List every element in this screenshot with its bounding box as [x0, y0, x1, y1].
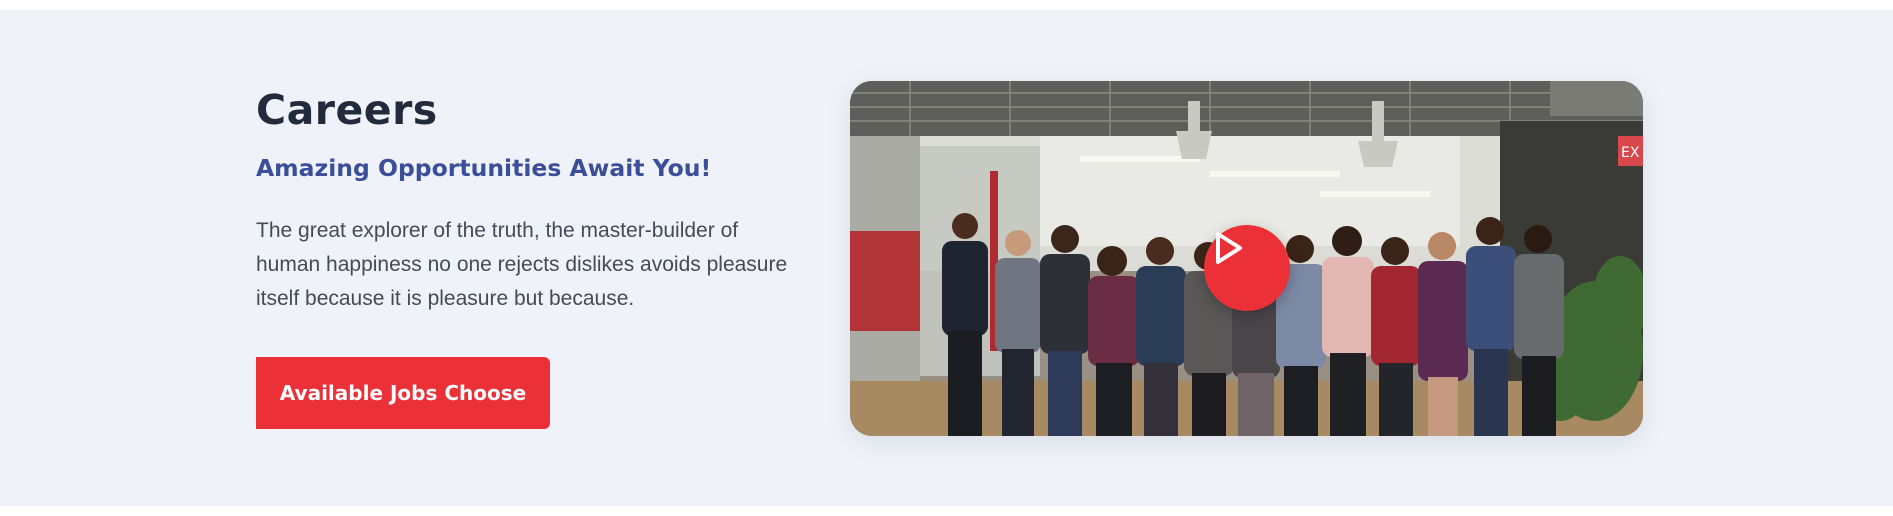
play-icon	[1216, 232, 1242, 264]
page-title: Careers	[256, 86, 438, 134]
careers-section: Careers Amazing Opportunities Await You!…	[0, 10, 1893, 506]
team-photo[interactable]: EX	[850, 81, 1643, 436]
available-jobs-button[interactable]: Available Jobs Choose	[256, 357, 550, 429]
careers-subtitle: Amazing Opportunities Await You!	[256, 154, 712, 182]
careers-description: The great explorer of the truth, the mas…	[256, 219, 788, 310]
exit-sign-text: EX	[1621, 145, 1640, 161]
play-video-button[interactable]	[1204, 225, 1290, 311]
